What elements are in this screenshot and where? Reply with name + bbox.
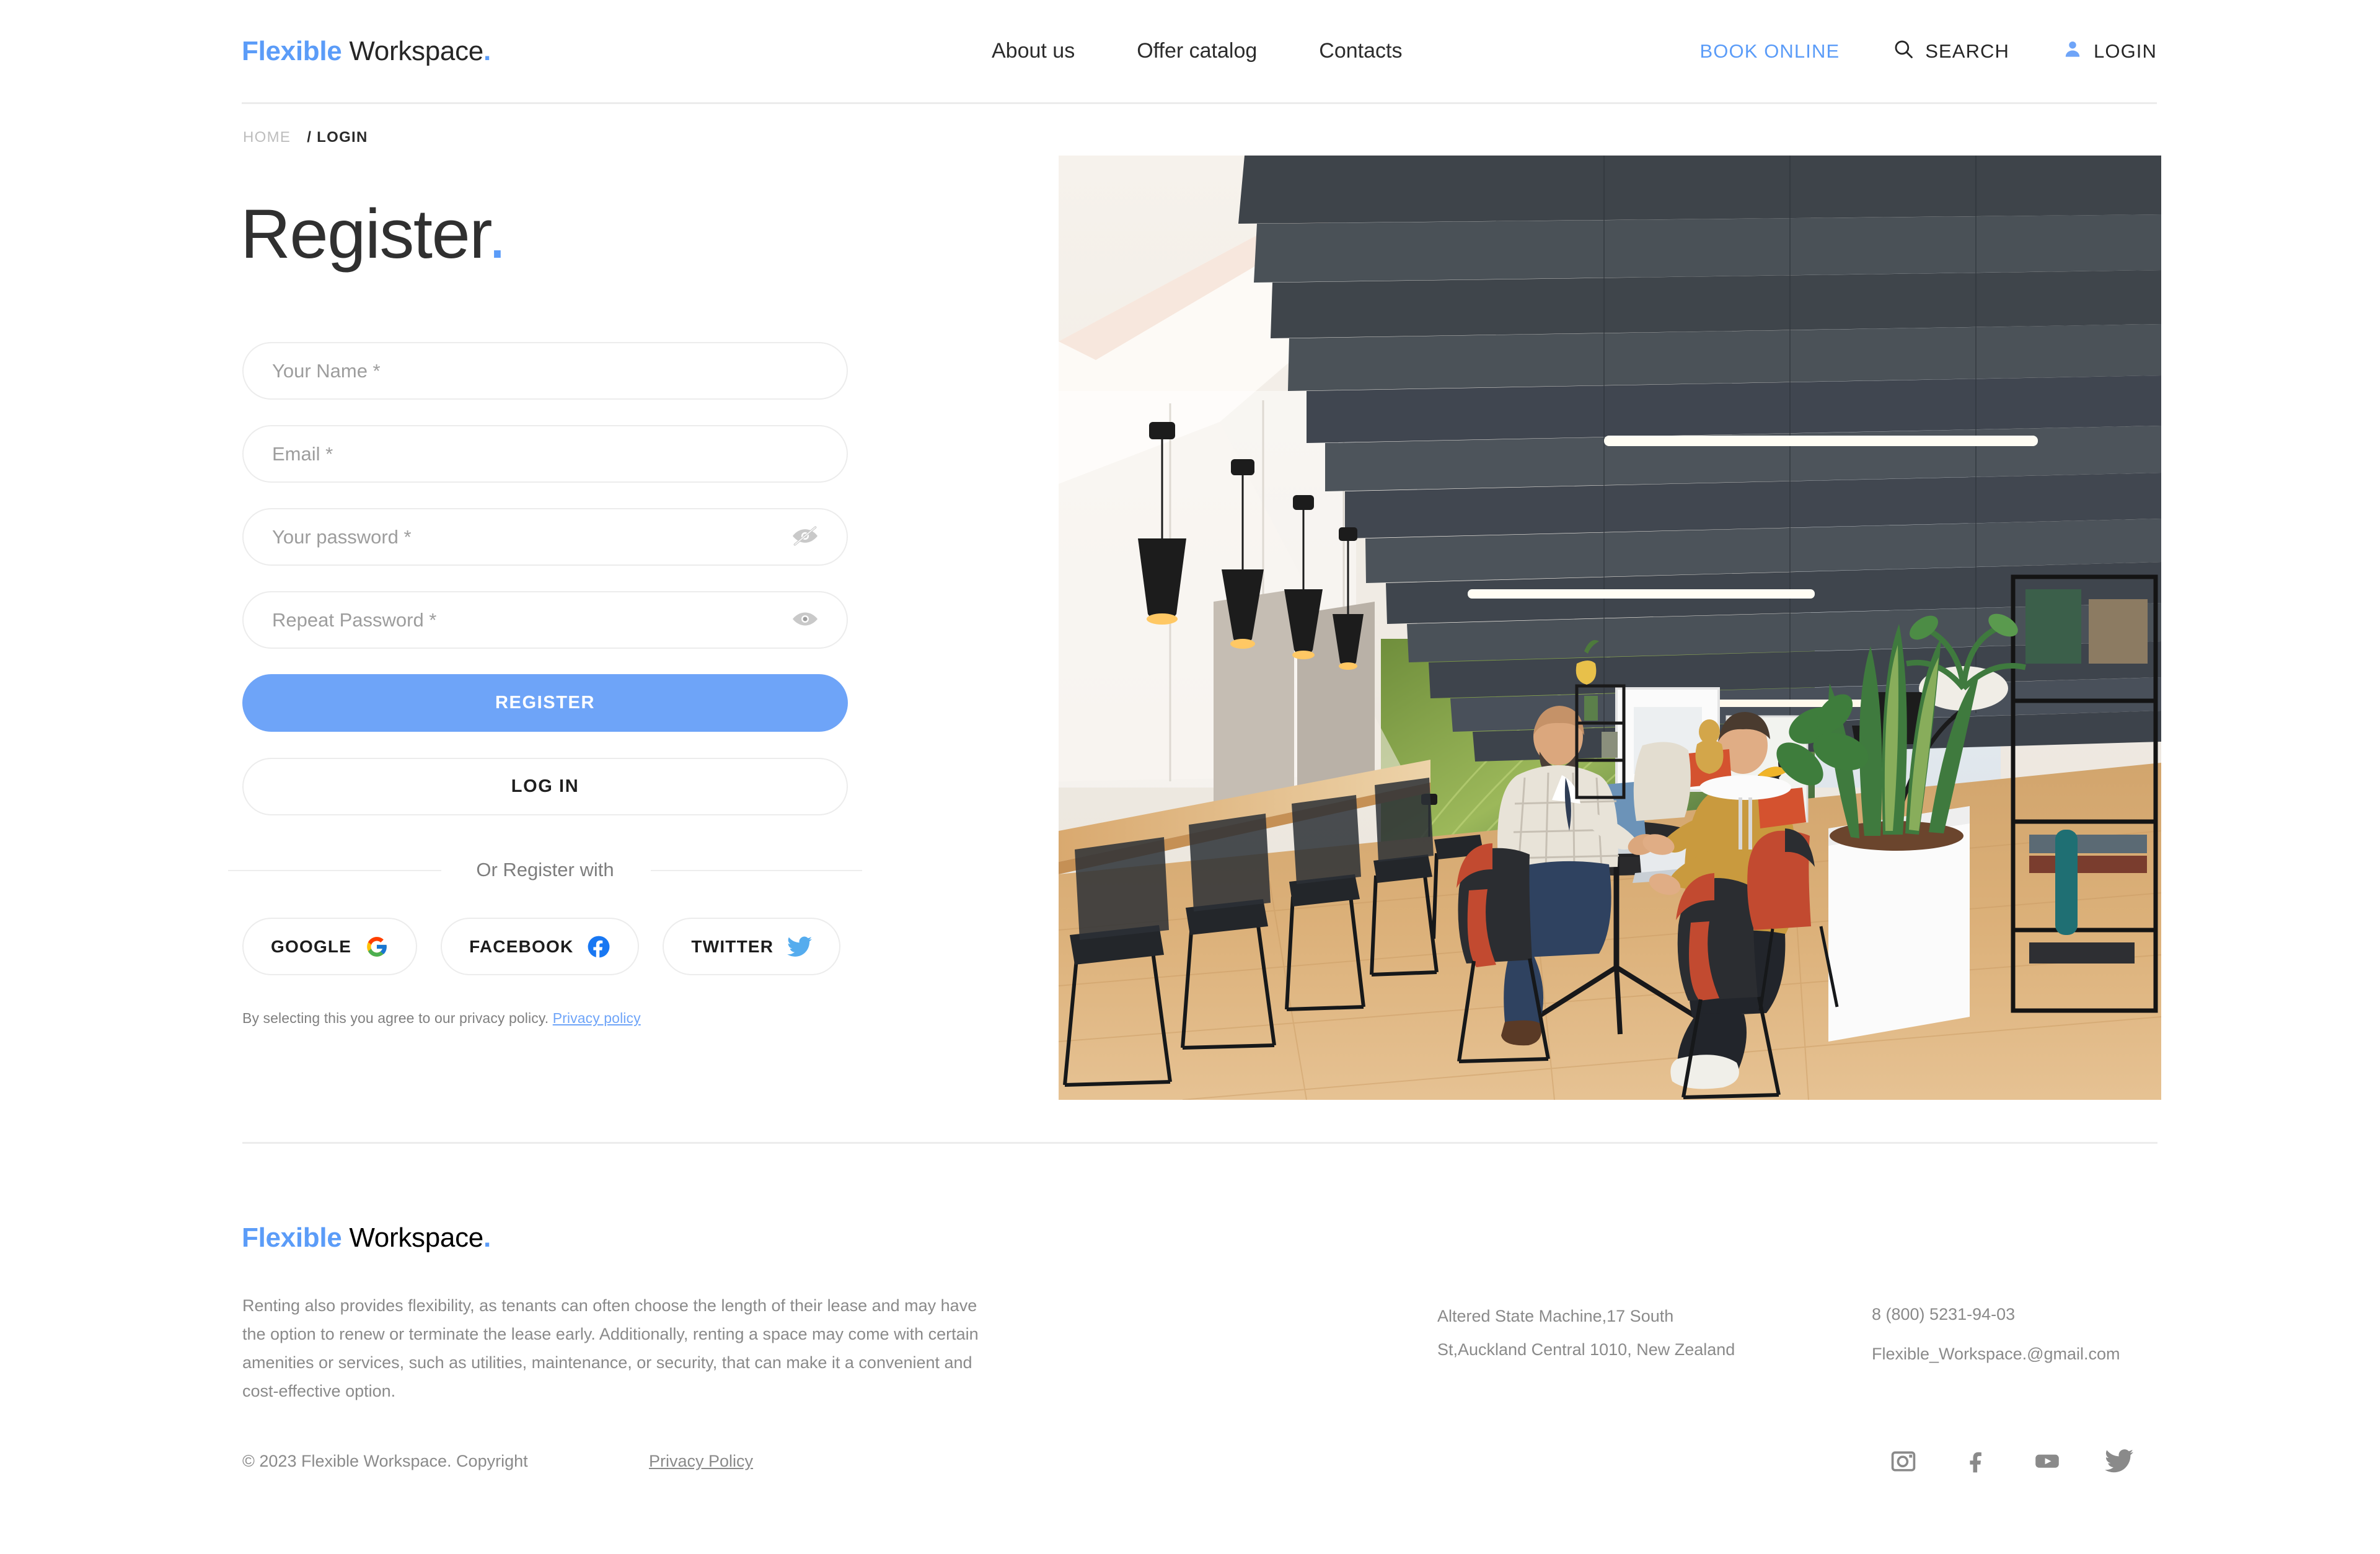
password-field-wrapper <box>242 508 848 566</box>
repeat-password-input[interactable] <box>244 592 847 648</box>
breadcrumb-current: / LOGIN <box>307 129 368 146</box>
search-icon <box>1893 38 1914 64</box>
consent-privacy-link[interactable]: Privacy policy <box>553 1010 641 1026</box>
register-page: Flexible Workspace. About us Offer catal… <box>0 0 2380 1554</box>
name-input[interactable] <box>244 343 847 398</box>
repeat-password-field-wrapper <box>242 591 848 649</box>
divider-label: Or Register with <box>476 859 614 880</box>
social-divider: Or Register with <box>228 859 862 881</box>
coworking-space-illustration <box>1059 156 2161 1100</box>
youtube-icon[interactable] <box>2031 1445 2063 1477</box>
eye-off-icon <box>791 525 819 548</box>
consent-text: By selecting this you agree to our priva… <box>242 1010 848 1027</box>
twitter-label: TWITTER <box>691 936 774 956</box>
header-actions: BOOK ONLINE SEARCH LOGIN <box>1700 0 2157 102</box>
password-input[interactable] <box>244 509 847 564</box>
hero-image <box>1059 156 2161 1100</box>
footer-separator <box>242 1142 2157 1144</box>
facebook-icon <box>587 935 610 959</box>
register-form: REGISTER LOG IN Or Register with GOOGLE <box>228 342 862 1027</box>
footer-brand-logo[interactable]: Flexible Workspace. <box>242 1223 491 1253</box>
book-online-link[interactable]: BOOK ONLINE <box>1700 40 1840 63</box>
search-button[interactable]: SEARCH <box>1893 38 2009 64</box>
twitter-icon <box>787 936 813 957</box>
footer-brand-plain: Workspace <box>342 1223 483 1253</box>
login-label: LOGIN <box>2094 40 2157 62</box>
footer-email[interactable]: Flexible_Workspace.@gmail.com <box>1872 1334 2194 1374</box>
brand-plain: Workspace <box>342 35 483 66</box>
search-label: SEARCH <box>1925 40 2010 62</box>
user-icon <box>2063 39 2082 64</box>
instagram-icon[interactable] <box>1887 1445 1919 1477</box>
footer-address-line-1: Altered State Machine,17 South <box>1437 1307 1674 1325</box>
footer-social-links <box>1887 1445 2135 1477</box>
google-icon <box>365 935 389 959</box>
footer-description: Renting also provides flexibility, as te… <box>242 1296 979 1400</box>
facebook-icon[interactable] <box>1959 1445 1991 1477</box>
footer-phone[interactable]: 8 (800) 5231-94-03 <box>1872 1294 2194 1334</box>
login-button[interactable]: LOGIN <box>2063 39 2157 64</box>
page-title-text: Register <box>240 195 488 273</box>
footer-brand-dot: . <box>483 1223 491 1253</box>
nav-item-contacts[interactable]: Contacts <box>1319 39 1402 63</box>
twitter-login-button[interactable]: TWITTER <box>663 918 841 975</box>
google-login-button[interactable]: GOOGLE <box>242 918 418 975</box>
footer-contact: 8 (800) 5231-94-03 Flexible_Workspace.@g… <box>1872 1294 2194 1374</box>
log-in-button[interactable]: LOG IN <box>242 758 848 815</box>
consent-message: By selecting this you agree to our priva… <box>242 1010 549 1026</box>
name-field-wrapper <box>242 342 848 400</box>
page-title: Register. <box>240 200 507 269</box>
breadcrumb: HOME / LOGIN <box>243 129 368 146</box>
brand-accent: Flexible <box>242 35 342 66</box>
google-label: GOOGLE <box>271 936 352 956</box>
footer-address-line-2: St,Auckland Central 1010, New Zealand <box>1437 1340 1735 1359</box>
twitter-icon[interactable] <box>2103 1445 2135 1477</box>
brand-dot: . <box>483 35 491 66</box>
email-input[interactable] <box>244 426 847 481</box>
eye-icon <box>791 610 819 630</box>
social-login-group: GOOGLE FACEBOOK TWITTER <box>242 918 848 975</box>
footer-copyright: © 2023 Flexible Workspace. Copyright <box>242 1452 528 1470</box>
breadcrumb-home[interactable]: HOME <box>243 129 291 146</box>
footer-privacy-policy-link[interactable]: Privacy Policy <box>649 1452 753 1471</box>
site-header: Flexible Workspace. About us Offer catal… <box>242 0 2157 104</box>
toggle-password-visibility-button[interactable] <box>790 525 821 550</box>
facebook-login-button[interactable]: FACEBOOK <box>441 918 640 975</box>
footer-brand-accent: Flexible <box>242 1223 342 1253</box>
footer-address: Altered State Machine,17 South St,Auckla… <box>1437 1299 1822 1366</box>
register-button[interactable]: REGISTER <box>242 674 848 732</box>
nav-item-about-us[interactable]: About us <box>992 39 1075 63</box>
page-title-dot: . <box>487 195 507 273</box>
nav-item-offer-catalog[interactable]: Offer catalog <box>1137 39 1257 63</box>
main-nav: About us Offer catalog Contacts <box>992 0 1402 102</box>
brand-logo[interactable]: Flexible Workspace. <box>242 36 491 67</box>
email-field-wrapper <box>242 425 848 483</box>
facebook-label: FACEBOOK <box>469 936 574 956</box>
toggle-repeat-password-visibility-button[interactable] <box>790 608 821 633</box>
